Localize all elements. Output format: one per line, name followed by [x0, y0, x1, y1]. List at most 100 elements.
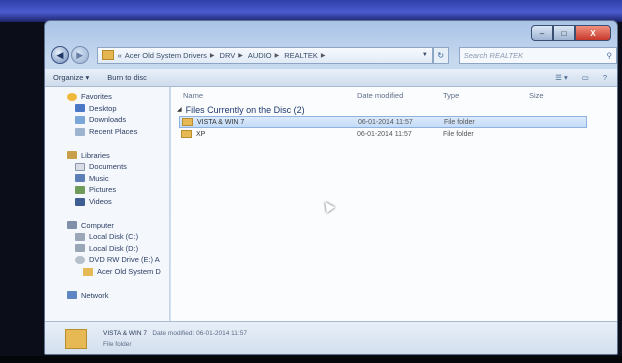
computer-icon: [67, 221, 77, 230]
details-date-value: 06-01-2014 11:57: [196, 330, 247, 337]
group-title: Files Currently on the Disc (2): [185, 104, 305, 115]
breadcrumb-acer-old-system-drivers[interactable]: Acer Old System Drivers: [125, 51, 207, 60]
desktop-icon: [75, 104, 85, 113]
organize-button[interactable]: Organize ▾: [53, 73, 89, 82]
file-date: 06-01-2014 11:57: [357, 130, 412, 138]
navigation-pane: Favorites Desktop Downloads Recent Place…: [45, 87, 170, 321]
nav-label: Local Disk (D:): [89, 243, 139, 253]
file-name-cell: XP: [179, 130, 357, 138]
nav-label: Acer Old System D: [97, 267, 161, 277]
chevron-right-icon[interactable]: ▶: [210, 52, 215, 59]
view-controls: ☰ ▾ ▭ ?: [555, 73, 617, 82]
nav-network[interactable]: Network: [45, 289, 169, 301]
recent-places-icon: [75, 127, 85, 136]
address-bar[interactable]: « Acer Old System Drivers ▶ DRV ▶ AUDIO …: [96, 46, 433, 64]
burn-to-disc-button[interactable]: Burn to disc: [107, 73, 147, 82]
network-icon: [67, 291, 77, 300]
dvd-drive-icon: [75, 255, 85, 264]
caption-buttons: – □ X: [531, 25, 611, 41]
nav-item-downloads[interactable]: Downloads: [45, 114, 169, 126]
nav-label: Recent Places: [89, 127, 138, 137]
file-type: File folder: [444, 118, 475, 126]
nav-label: Documents: [89, 162, 127, 172]
hard-drive-icon: [75, 232, 85, 241]
minimize-button[interactable]: –: [531, 25, 553, 41]
nav-favorites[interactable]: Favorites: [45, 91, 169, 103]
column-headers: Name Date modified Type Size: [171, 87, 617, 103]
chevron-down-icon[interactable]: ▼: [422, 52, 428, 58]
table-row[interactable]: XP 06-01-2014 11:57 File folder: [179, 128, 587, 140]
breadcrumb-drv[interactable]: DRV: [220, 51, 236, 60]
nav-item-videos[interactable]: Videos: [45, 196, 169, 208]
details-date-label: Date modified:: [152, 330, 195, 337]
file-type: File folder: [443, 130, 474, 138]
column-header-type[interactable]: Type: [443, 91, 529, 100]
back-button[interactable]: ◀: [51, 46, 69, 64]
nav-label: Favorites: [81, 92, 112, 102]
breadcrumb-audio[interactable]: AUDIO: [248, 51, 272, 60]
help-button[interactable]: ?: [603, 73, 607, 82]
nav-item-acer-old-system[interactable]: Acer Old System D: [45, 266, 169, 278]
screen-bezel: [0, 356, 622, 363]
preview-pane-button[interactable]: ▭: [582, 73, 589, 82]
search-placeholder: Search REALTEK: [463, 50, 524, 60]
videos-icon: [75, 197, 85, 206]
documents-icon: [75, 162, 85, 171]
maximize-button[interactable]: □: [553, 25, 575, 41]
nav-label: Videos: [89, 197, 112, 207]
pictures-icon: [75, 185, 85, 194]
folder-icon: [181, 130, 192, 138]
details-pane: VISTA & WIN 7 Date modified: 06-01-2014 …: [45, 321, 617, 354]
nav-item-dvd-drive[interactable]: DVD RW Drive (E:) A: [45, 254, 169, 266]
libraries-icon: [67, 151, 77, 160]
nav-item-desktop[interactable]: Desktop: [45, 103, 169, 115]
table-row[interactable]: VISTA & WIN 7 06-01-2014 11:57 File fold…: [179, 116, 587, 128]
nav-item-recent-places[interactable]: Recent Places: [45, 126, 169, 138]
chevron-right-icon[interactable]: ▶: [321, 52, 326, 59]
column-header-date[interactable]: Date modified: [357, 91, 443, 100]
nav-computer[interactable]: Computer: [45, 219, 169, 231]
chevron-right-icon[interactable]: ▶: [238, 52, 243, 59]
nav-label: Libraries: [81, 150, 110, 160]
nav-libraries[interactable]: Libraries: [45, 149, 169, 161]
column-header-size[interactable]: Size: [529, 91, 589, 100]
refresh-button[interactable]: ↻: [432, 46, 449, 64]
nav-item-local-disk-d[interactable]: Local Disk (D:): [45, 243, 169, 255]
nav-label: Computer: [81, 220, 114, 230]
forward-button[interactable]: ▶: [70, 46, 89, 64]
details-name: VISTA & WIN 7: [103, 330, 147, 337]
close-button[interactable]: X: [575, 25, 611, 41]
search-icon[interactable]: ⚲: [606, 51, 612, 60]
nav-label: Local Disk (C:): [89, 232, 139, 242]
collapse-triangle-icon[interactable]: ◢: [177, 106, 182, 113]
file-list: Name Date modified Type Size ◢ Files Cur…: [171, 87, 617, 321]
nav-item-local-disk-c[interactable]: Local Disk (C:): [45, 231, 169, 243]
nav-label: Music: [89, 173, 109, 183]
nav-item-music[interactable]: Music: [45, 173, 169, 185]
file-name-cell: VISTA & WIN 7: [180, 118, 358, 126]
nav-label: DVD RW Drive (E:) A: [89, 255, 160, 265]
star-icon: [67, 92, 77, 101]
column-header-name[interactable]: Name: [171, 91, 357, 100]
folder-icon: [101, 50, 114, 60]
change-view-button[interactable]: ☰ ▾: [555, 73, 568, 82]
explorer-window: – □ X ◀ ▶ « Acer Old System Drivers ▶ DR…: [44, 20, 618, 355]
group-header[interactable]: ◢ Files Currently on the Disc (2): [171, 103, 617, 116]
details-type: File folder: [103, 341, 132, 348]
command-bar: Organize ▾ Burn to disc ☰ ▾ ▭ ?: [45, 69, 617, 87]
folder-icon: [83, 267, 93, 276]
file-date: 06-01-2014 11:57: [358, 118, 413, 126]
hard-drive-icon: [75, 244, 85, 253]
nav-label: Pictures: [89, 185, 117, 195]
search-input[interactable]: Search REALTEK ⚲: [458, 46, 617, 64]
nav-item-documents[interactable]: Documents: [45, 161, 169, 173]
chevron-right-icon[interactable]: ▶: [275, 52, 280, 59]
desktop-background: [0, 0, 622, 22]
nav-item-pictures[interactable]: Pictures: [45, 184, 169, 196]
file-name: XP: [196, 130, 206, 138]
nav-label: Desktop: [89, 103, 117, 113]
breadcrumb-realtek[interactable]: REALTEK: [284, 51, 318, 60]
address-row: ◀ ▶ « Acer Old System Drivers ▶ DRV ▶ AU…: [45, 43, 617, 67]
nav-label: Network: [81, 290, 109, 300]
address-overflow[interactable]: «: [118, 51, 122, 60]
